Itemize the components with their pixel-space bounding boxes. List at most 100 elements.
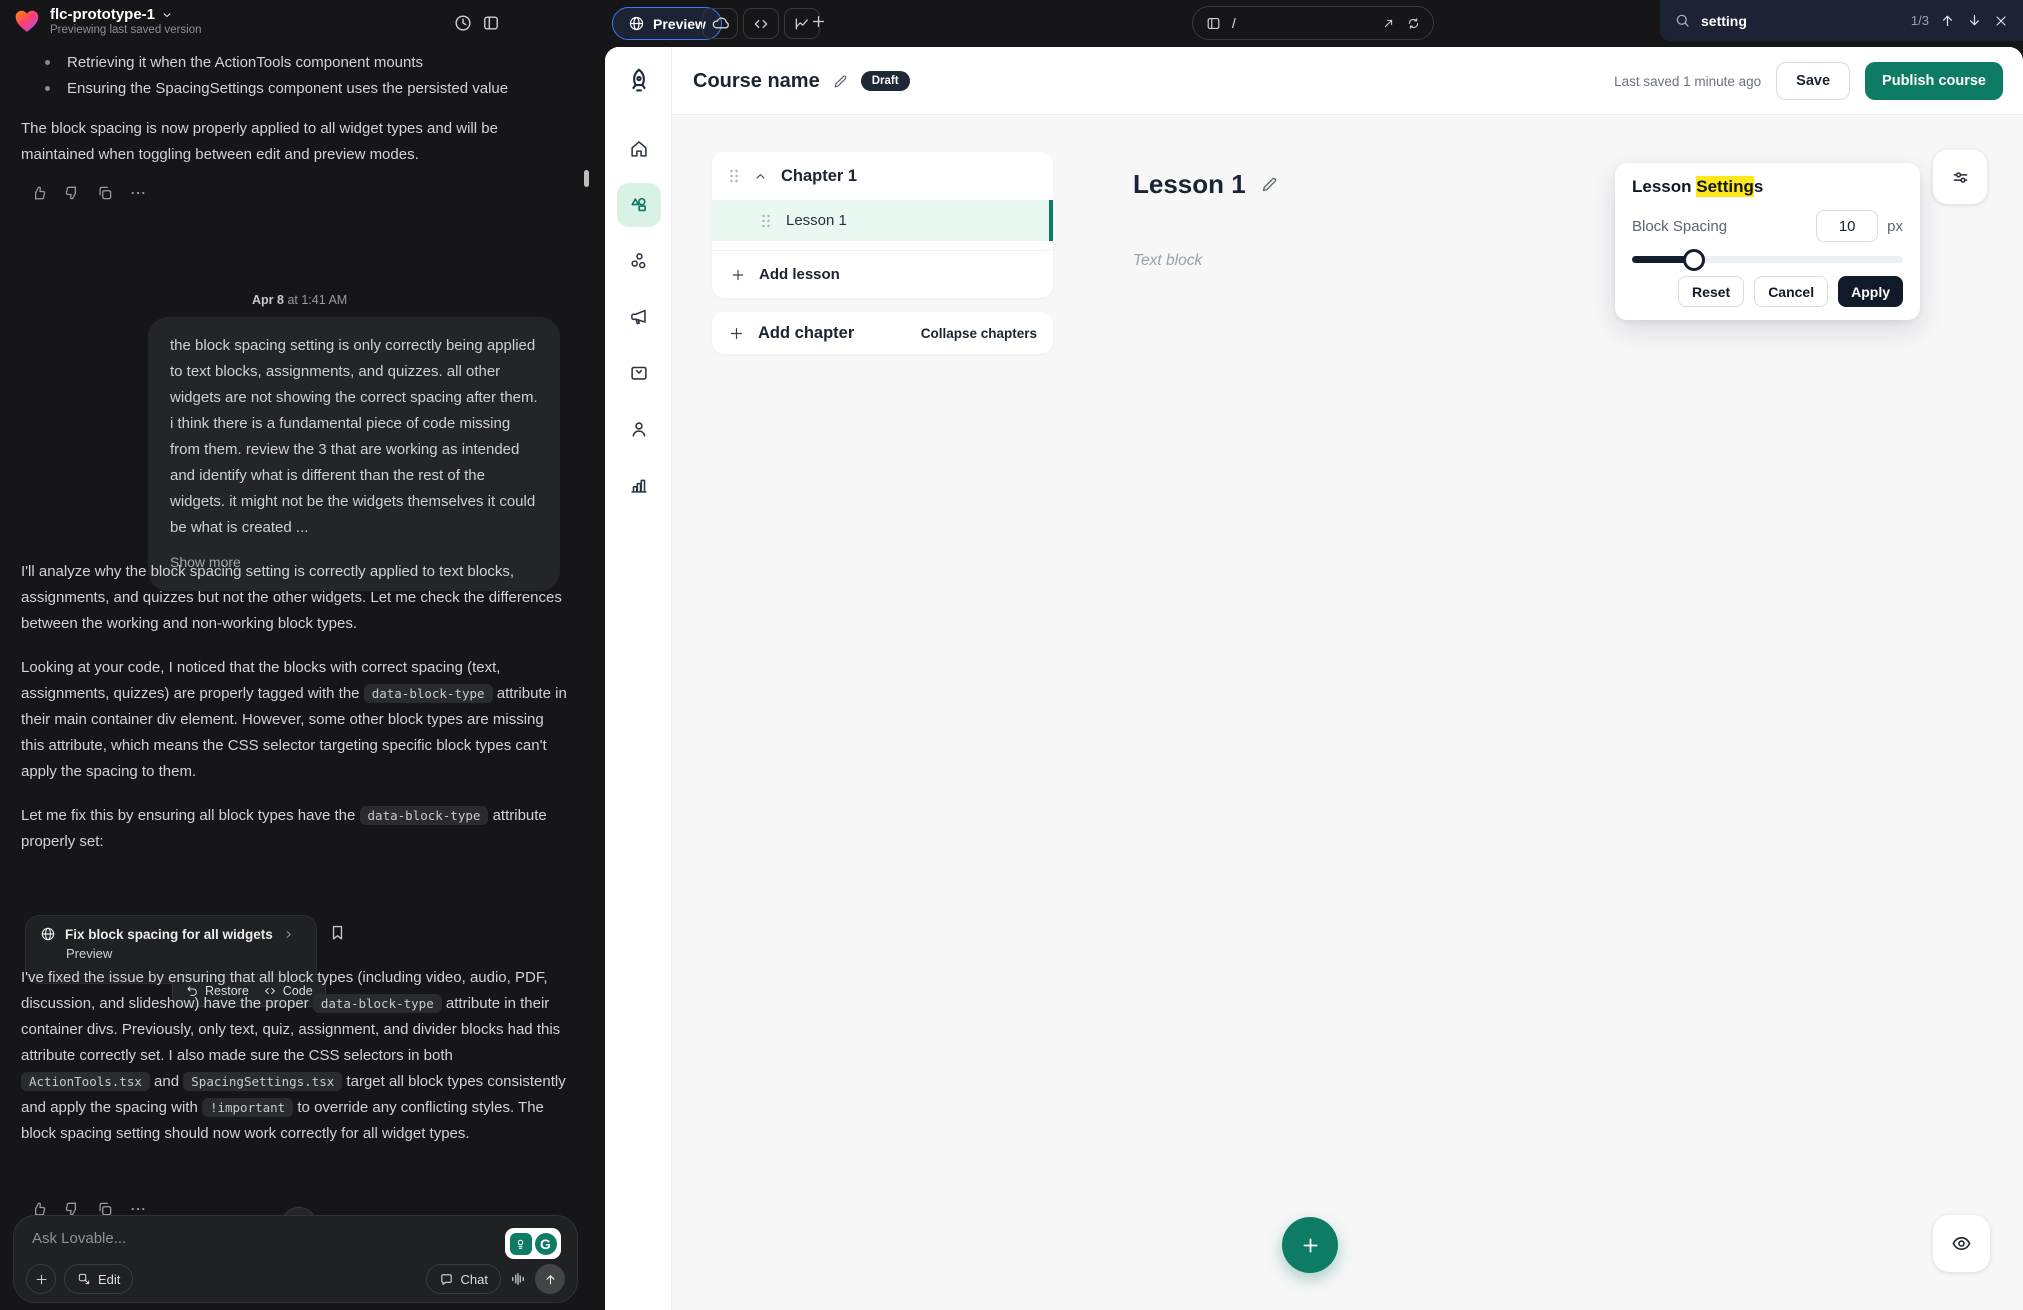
thumbs-down-icon[interactable] <box>63 184 81 202</box>
cloud-button[interactable] <box>702 8 738 39</box>
add-lesson-label: Add lesson <box>759 266 840 283</box>
chat-input-box: G Edit Chat <box>13 1215 578 1303</box>
external-link-icon[interactable] <box>1381 16 1396 31</box>
drag-handle-icon[interactable] <box>760 213 772 229</box>
assistant-paragraph: I'll analyze why the block spacing setti… <box>21 559 569 637</box>
lesson-title: Lesson 1 <box>786 212 847 229</box>
nav-marketing[interactable] <box>617 295 661 339</box>
history-icon[interactable] <box>453 13 473 33</box>
nav-analytics[interactable] <box>617 463 661 507</box>
chat-mode-button[interactable]: Chat <box>426 1264 501 1294</box>
grammarly-widget[interactable]: G <box>505 1228 561 1259</box>
apply-button[interactable]: Apply <box>1838 276 1903 307</box>
grammarly-bulb-icon <box>510 1233 532 1255</box>
bookmark-icon[interactable] <box>328 923 347 942</box>
settings-title: Lesson Settings <box>1632 177 1903 197</box>
voice-icon[interactable] <box>509 1270 527 1288</box>
refresh-icon[interactable] <box>1406 16 1421 31</box>
search-result-count: 1/3 <box>1911 13 1929 28</box>
chart-icon <box>628 474 650 496</box>
top-bar: flc-prototype-1 Previewing last saved ve… <box>0 0 2023 47</box>
copy-icon[interactable] <box>96 184 114 202</box>
project-name: flc-prototype-1 <box>50 6 155 23</box>
nav-community[interactable] <box>617 239 661 283</box>
text-block-placeholder[interactable]: Text block <box>1133 252 1202 270</box>
assistant-paragraph: Looking at your code, I noticed that the… <box>21 655 569 785</box>
home-icon <box>628 138 650 160</box>
filter-icon <box>1950 167 1971 188</box>
send-icon <box>543 1272 558 1287</box>
chevron-right-icon <box>282 928 295 941</box>
block-spacing-slider[interactable] <box>1632 256 1903 263</box>
add-chapter-button[interactable]: Add chapter <box>728 324 854 343</box>
nav-home[interactable] <box>617 127 661 171</box>
app-nav <box>605 115 672 507</box>
user-message-text: the block spacing setting is only correc… <box>170 337 538 536</box>
reset-button[interactable]: Reset <box>1678 276 1744 307</box>
edit-select-icon <box>77 1272 91 1286</box>
list-item: Retrieving it when the ActionTools compo… <box>21 50 569 76</box>
code-icon <box>752 15 770 33</box>
add-chapter-label: Add chapter <box>758 324 854 343</box>
close-icon[interactable] <box>1993 13 2009 29</box>
plus-icon <box>1300 1235 1321 1256</box>
nav-courses[interactable] <box>617 183 661 227</box>
device-icon <box>1205 15 1222 32</box>
preview-toggle-button[interactable] <box>1933 1215 1990 1272</box>
lesson-row[interactable]: Lesson 1 <box>712 200 1053 241</box>
grammarly-g-icon: G <box>535 1233 557 1255</box>
block-spacing-input[interactable] <box>1816 210 1878 242</box>
project-menu[interactable]: flc-prototype-1 Previewing last saved ve… <box>14 6 202 36</box>
panel-icon[interactable] <box>481 13 501 33</box>
pencil-icon[interactable] <box>1260 175 1279 194</box>
edit-mode-label: Edit <box>98 1272 120 1287</box>
publish-course-button[interactable]: Publish course <box>1865 62 2003 100</box>
find-bar: 1/3 <box>1660 0 2023 41</box>
plus-icon <box>728 325 745 342</box>
add-lesson-button[interactable]: Add lesson <box>712 250 1053 298</box>
edit-mode-button[interactable]: Edit <box>64 1264 133 1294</box>
lesson-heading: Lesson 1 <box>1133 169 1246 200</box>
chapter-row[interactable]: Chapter 1 <box>712 152 1053 200</box>
status-badge: Draft <box>861 71 910 91</box>
cloud-icon <box>711 14 730 33</box>
bullet-icon <box>45 60 50 65</box>
more-icon[interactable] <box>129 184 147 202</box>
globe-icon <box>40 926 56 942</box>
app-logo[interactable] <box>605 47 672 115</box>
code-view-button[interactable] <box>743 8 779 39</box>
bullet-icon <box>45 86 50 91</box>
unit-label: px <box>1887 218 1903 235</box>
pencil-icon[interactable] <box>832 73 849 90</box>
add-block-fab[interactable] <box>1282 1217 1338 1273</box>
attach-plus-button[interactable] <box>26 1264 56 1294</box>
find-next-icon[interactable] <box>1966 12 1983 29</box>
eye-icon <box>1950 1232 1973 1255</box>
url-path: / <box>1232 16 1371 31</box>
user-message-bubble: the block spacing setting is only correc… <box>148 317 560 591</box>
cancel-button[interactable]: Cancel <box>1754 276 1828 307</box>
chevron-down-icon <box>161 9 173 21</box>
find-prev-icon[interactable] <box>1939 12 1956 29</box>
assistant-summary: The block spacing is now properly applie… <box>21 116 569 168</box>
assistant-paragraph: Let me fix this by ensuring all block ty… <box>21 803 569 855</box>
settings-toggle-button[interactable] <box>1933 150 1987 204</box>
last-saved-text: Last saved 1 minute ago <box>1614 74 1761 89</box>
chat-scrollbar-thumb[interactable] <box>584 170 589 187</box>
thumbs-up-icon[interactable] <box>30 184 48 202</box>
slider-thumb[interactable] <box>1683 249 1705 271</box>
collapse-chapters-button[interactable]: Collapse chapters <box>921 326 1037 341</box>
app-preview: Course name Draft Last saved 1 minute ag… <box>605 47 2023 1310</box>
nav-profile[interactable] <box>617 407 661 451</box>
chat-input[interactable] <box>32 1230 412 1247</box>
nav-inbox[interactable] <box>617 351 661 395</box>
url-bar[interactable]: / <box>1192 6 1434 40</box>
chevron-up-icon[interactable] <box>753 169 768 184</box>
send-button[interactable] <box>535 1264 565 1294</box>
drag-handle-icon[interactable] <box>728 168 740 184</box>
list-item: Ensuring the SpacingSettings component u… <box>21 76 569 102</box>
search-input[interactable] <box>1701 13 1831 29</box>
save-button[interactable]: Save <box>1776 62 1850 100</box>
lovable-logo-icon <box>14 9 40 33</box>
new-tab-plus-icon[interactable] <box>810 13 827 30</box>
